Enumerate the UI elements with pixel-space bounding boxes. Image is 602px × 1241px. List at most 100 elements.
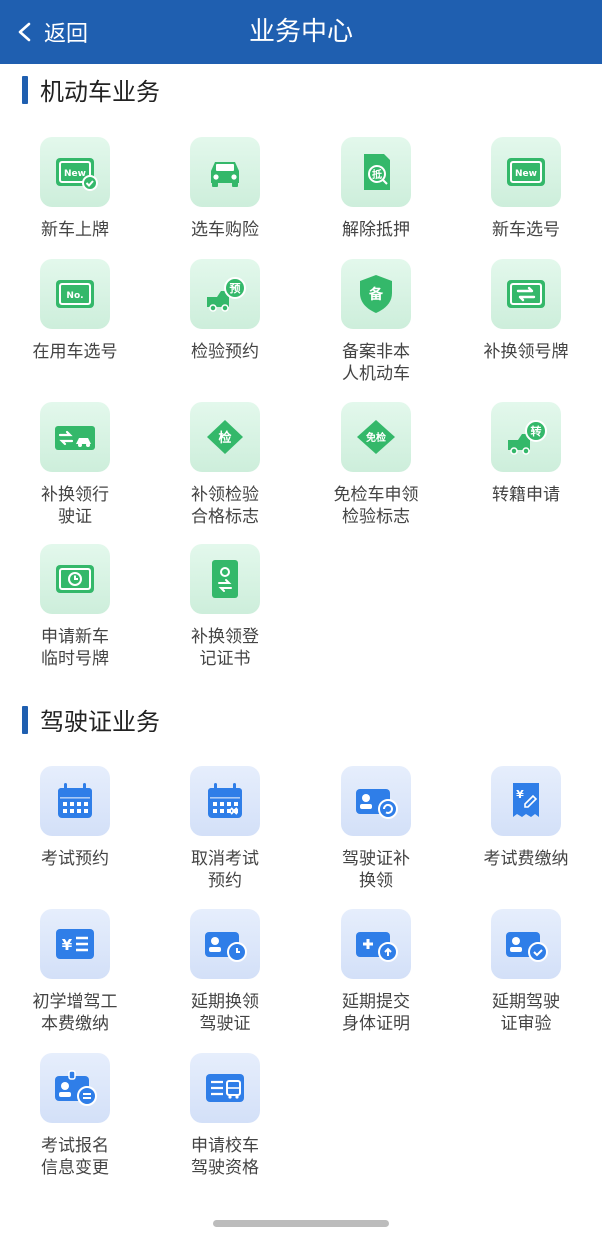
section-accent-bar — [22, 75, 28, 104]
service-label: 检验预约 — [191, 342, 259, 362]
service-label: 补换领行 驶证 — [41, 485, 109, 527]
yen-list-icon: ¥ — [56, 929, 94, 959]
service-item[interactable]: 免检免检车申领 检验标志 — [301, 402, 451, 528]
section-title: 驾驶证业务 — [40, 708, 160, 736]
service-item[interactable]: 备备案非本 人机动车 — [301, 259, 451, 385]
service-icon-tile — [40, 766, 110, 836]
svg-text:免检: 免检 — [366, 431, 386, 444]
service-icon-tile — [190, 909, 260, 979]
svg-text:检: 检 — [218, 430, 231, 446]
exempt-diamond-icon: 免检 — [357, 420, 395, 454]
service-item[interactable]: ¥ 考试费缴纳 — [451, 766, 601, 870]
service-label: 补换领登 记证书 — [191, 627, 259, 669]
service-item[interactable]: 抵解除抵押 — [301, 137, 451, 241]
page-title: 业务中心 — [248, 17, 353, 47]
service-item[interactable]: 选车购险 — [150, 137, 300, 241]
svg-text:转: 转 — [531, 424, 542, 438]
service-item[interactable]: 延期驾驶 证审验 — [451, 909, 601, 1035]
service-icon-tile — [40, 544, 110, 614]
svg-text:¥: ¥ — [516, 788, 524, 801]
back-button[interactable]: 返回 — [14, 0, 88, 64]
chevron-left-icon — [18, 22, 31, 42]
service-item[interactable]: No. 在用车选号 — [0, 259, 150, 363]
top-nav-bar: 返回 业务中心 — [0, 0, 602, 64]
section-accent-bar — [22, 705, 28, 734]
service-item[interactable]: 检补领检验 合格标志 — [150, 402, 300, 528]
service-label: 新车选号 — [492, 220, 560, 240]
truck-transfer-icon: 转 — [508, 420, 547, 455]
service-label: 考试报名 信息变更 — [41, 1136, 109, 1178]
service-label: 延期提交 身体证明 — [342, 992, 410, 1034]
back-label: 返回 — [44, 22, 89, 47]
service-item[interactable]: 申请校车 驾驶资格 — [150, 1053, 300, 1179]
service-item[interactable]: 延期换领 驾驶证 — [150, 909, 300, 1035]
service-label: 驾驶证补 换领 — [342, 849, 410, 891]
service-item[interactable]: New 新车选号 — [451, 137, 601, 241]
new-plate-check-icon: New — [56, 158, 98, 191]
id-card-check-icon — [506, 932, 548, 962]
service-icon-tile: New — [491, 137, 561, 207]
service-icon-tile — [491, 909, 561, 979]
service-icon-tile: 转 — [491, 402, 561, 472]
service-item[interactable]: ¥ 初学增驾工 本费缴纳 — [0, 909, 150, 1035]
calendar-icon — [58, 783, 92, 818]
service-item[interactable]: 补换领号牌 — [451, 259, 601, 363]
section-title: 机动车业务 — [40, 78, 160, 106]
service-label: 初学增驾工 本费缴纳 — [32, 992, 118, 1034]
svg-text:¥: ¥ — [62, 936, 73, 954]
svg-text:备: 备 — [368, 286, 384, 303]
service-label: 转籍申请 — [492, 485, 560, 505]
service-item[interactable]: 驾驶证补 换领 — [301, 766, 451, 892]
service-item[interactable]: 补换领登 记证书 — [150, 544, 300, 670]
service-icon-tile — [40, 1053, 110, 1123]
license-exchange-icon — [55, 426, 95, 450]
temp-plate-clock-icon — [56, 565, 94, 593]
service-icon-tile: 抵 — [341, 137, 411, 207]
id-card-clock-icon — [205, 932, 247, 962]
inspection-diamond-icon: 检 — [207, 420, 243, 454]
service-item[interactable]: 取消考试 预约 — [150, 766, 300, 892]
service-item[interactable]: 考试报名 信息变更 — [0, 1053, 150, 1179]
service-label: 延期换领 驾驶证 — [191, 992, 259, 1034]
school-bus-icon — [206, 1074, 244, 1102]
service-icon-tile: 备 — [341, 259, 411, 329]
shield-filing-icon: 备 — [360, 275, 392, 313]
service-item[interactable]: 考试预约 — [0, 766, 150, 870]
svg-text:抵: 抵 — [372, 168, 382, 181]
calendar-cancel-icon — [208, 783, 242, 818]
service-label: 取消考试 预约 — [191, 849, 259, 891]
service-icon-tile: 预 — [190, 259, 260, 329]
service-icon-tile — [40, 402, 110, 472]
service-label: 解除抵押 — [342, 220, 410, 240]
service-icon-tile: 检 — [190, 402, 260, 472]
svg-text:No.: No. — [66, 291, 83, 301]
service-item[interactable]: 申请新车 临时号牌 — [0, 544, 150, 670]
id-card-refresh-icon — [356, 789, 398, 819]
service-icon-tile — [341, 909, 411, 979]
svg-text:New: New — [515, 169, 537, 179]
new-plate-icon: New — [507, 158, 545, 186]
service-item[interactable]: New 新车上牌 — [0, 137, 150, 241]
service-label: 在用车选号 — [32, 342, 118, 362]
car-front-icon — [211, 162, 239, 187]
service-item[interactable]: 转转籍申请 — [451, 402, 601, 506]
certificate-book-icon — [212, 560, 238, 598]
service-label: 备案非本 人机动车 — [342, 342, 410, 384]
truck-reserve-icon: 预 — [207, 277, 246, 312]
service-icon-tile — [341, 766, 411, 836]
service-label: 申请校车 驾驶资格 — [191, 1136, 259, 1178]
plate-number-icon: No. — [56, 280, 94, 308]
service-label: 免检车申领 检验标志 — [333, 485, 419, 527]
service-icon-tile: ¥ — [491, 766, 561, 836]
service-item[interactable]: 延期提交 身体证明 — [301, 909, 451, 1035]
service-label: 补换领号牌 — [483, 342, 569, 362]
service-label: 申请新车 临时号牌 — [41, 627, 109, 669]
svg-text:预: 预 — [230, 281, 241, 295]
service-label: 选车购险 — [191, 220, 259, 240]
service-item[interactable]: 补换领行 驶证 — [0, 402, 150, 528]
section-header-license: 驾驶证业务 — [22, 702, 160, 737]
service-icon-tile — [190, 766, 260, 836]
service-icon-tile — [190, 544, 260, 614]
service-item[interactable]: 预检验预约 — [150, 259, 300, 363]
badge-edit-icon — [55, 1070, 97, 1106]
